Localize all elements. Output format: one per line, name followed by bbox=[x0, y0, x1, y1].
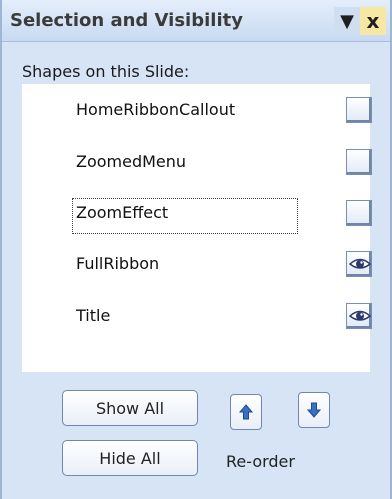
visibility-toggle[interactable] bbox=[346, 251, 372, 277]
close-button[interactable]: x bbox=[360, 7, 386, 35]
visibility-toggle[interactable] bbox=[346, 303, 372, 329]
visibility-toggle[interactable] bbox=[346, 200, 372, 226]
visibility-toggle[interactable] bbox=[346, 97, 372, 123]
shape-name: Title bbox=[76, 306, 111, 325]
eye-icon bbox=[349, 310, 371, 321]
chevron-down-icon: ▼ bbox=[340, 10, 354, 32]
pane-title: Selection and Visibility bbox=[10, 10, 243, 31]
eye-icon bbox=[349, 258, 371, 269]
close-icon: x bbox=[366, 9, 380, 33]
list-item[interactable]: ZoomedMenu bbox=[22, 144, 372, 184]
shape-name: FullRibbon bbox=[76, 254, 160, 273]
shape-name: ZoomEffect bbox=[76, 203, 169, 222]
reorder-label: Re-order bbox=[226, 452, 295, 471]
shape-name: ZoomedMenu bbox=[76, 152, 187, 171]
selection-pane: Selection and Visibility ▼ x Shapes on t… bbox=[0, 0, 392, 499]
pane-options-button[interactable]: ▼ bbox=[334, 7, 360, 35]
shapes-list: HomeRibbonCallout ZoomedMenu ZoomEffect … bbox=[22, 84, 372, 372]
list-item[interactable]: HomeRibbonCallout bbox=[22, 92, 372, 132]
list-item[interactable]: Title bbox=[22, 298, 372, 338]
visibility-toggle[interactable] bbox=[346, 149, 372, 175]
move-down-button[interactable] bbox=[298, 392, 330, 428]
shape-name: HomeRibbonCallout bbox=[76, 100, 236, 119]
shapes-label: Shapes on this Slide: bbox=[22, 62, 190, 81]
list-item[interactable]: ZoomEffect bbox=[22, 195, 372, 235]
arrow-up-icon bbox=[239, 404, 253, 420]
hide-all-button[interactable]: Hide All bbox=[62, 440, 198, 476]
show-all-button[interactable]: Show All bbox=[62, 390, 198, 426]
move-up-button[interactable] bbox=[230, 394, 262, 430]
pane-titlebar: Selection and Visibility ▼ x bbox=[2, 0, 390, 42]
arrow-down-icon bbox=[307, 402, 321, 418]
list-item[interactable]: FullRibbon bbox=[22, 246, 372, 286]
